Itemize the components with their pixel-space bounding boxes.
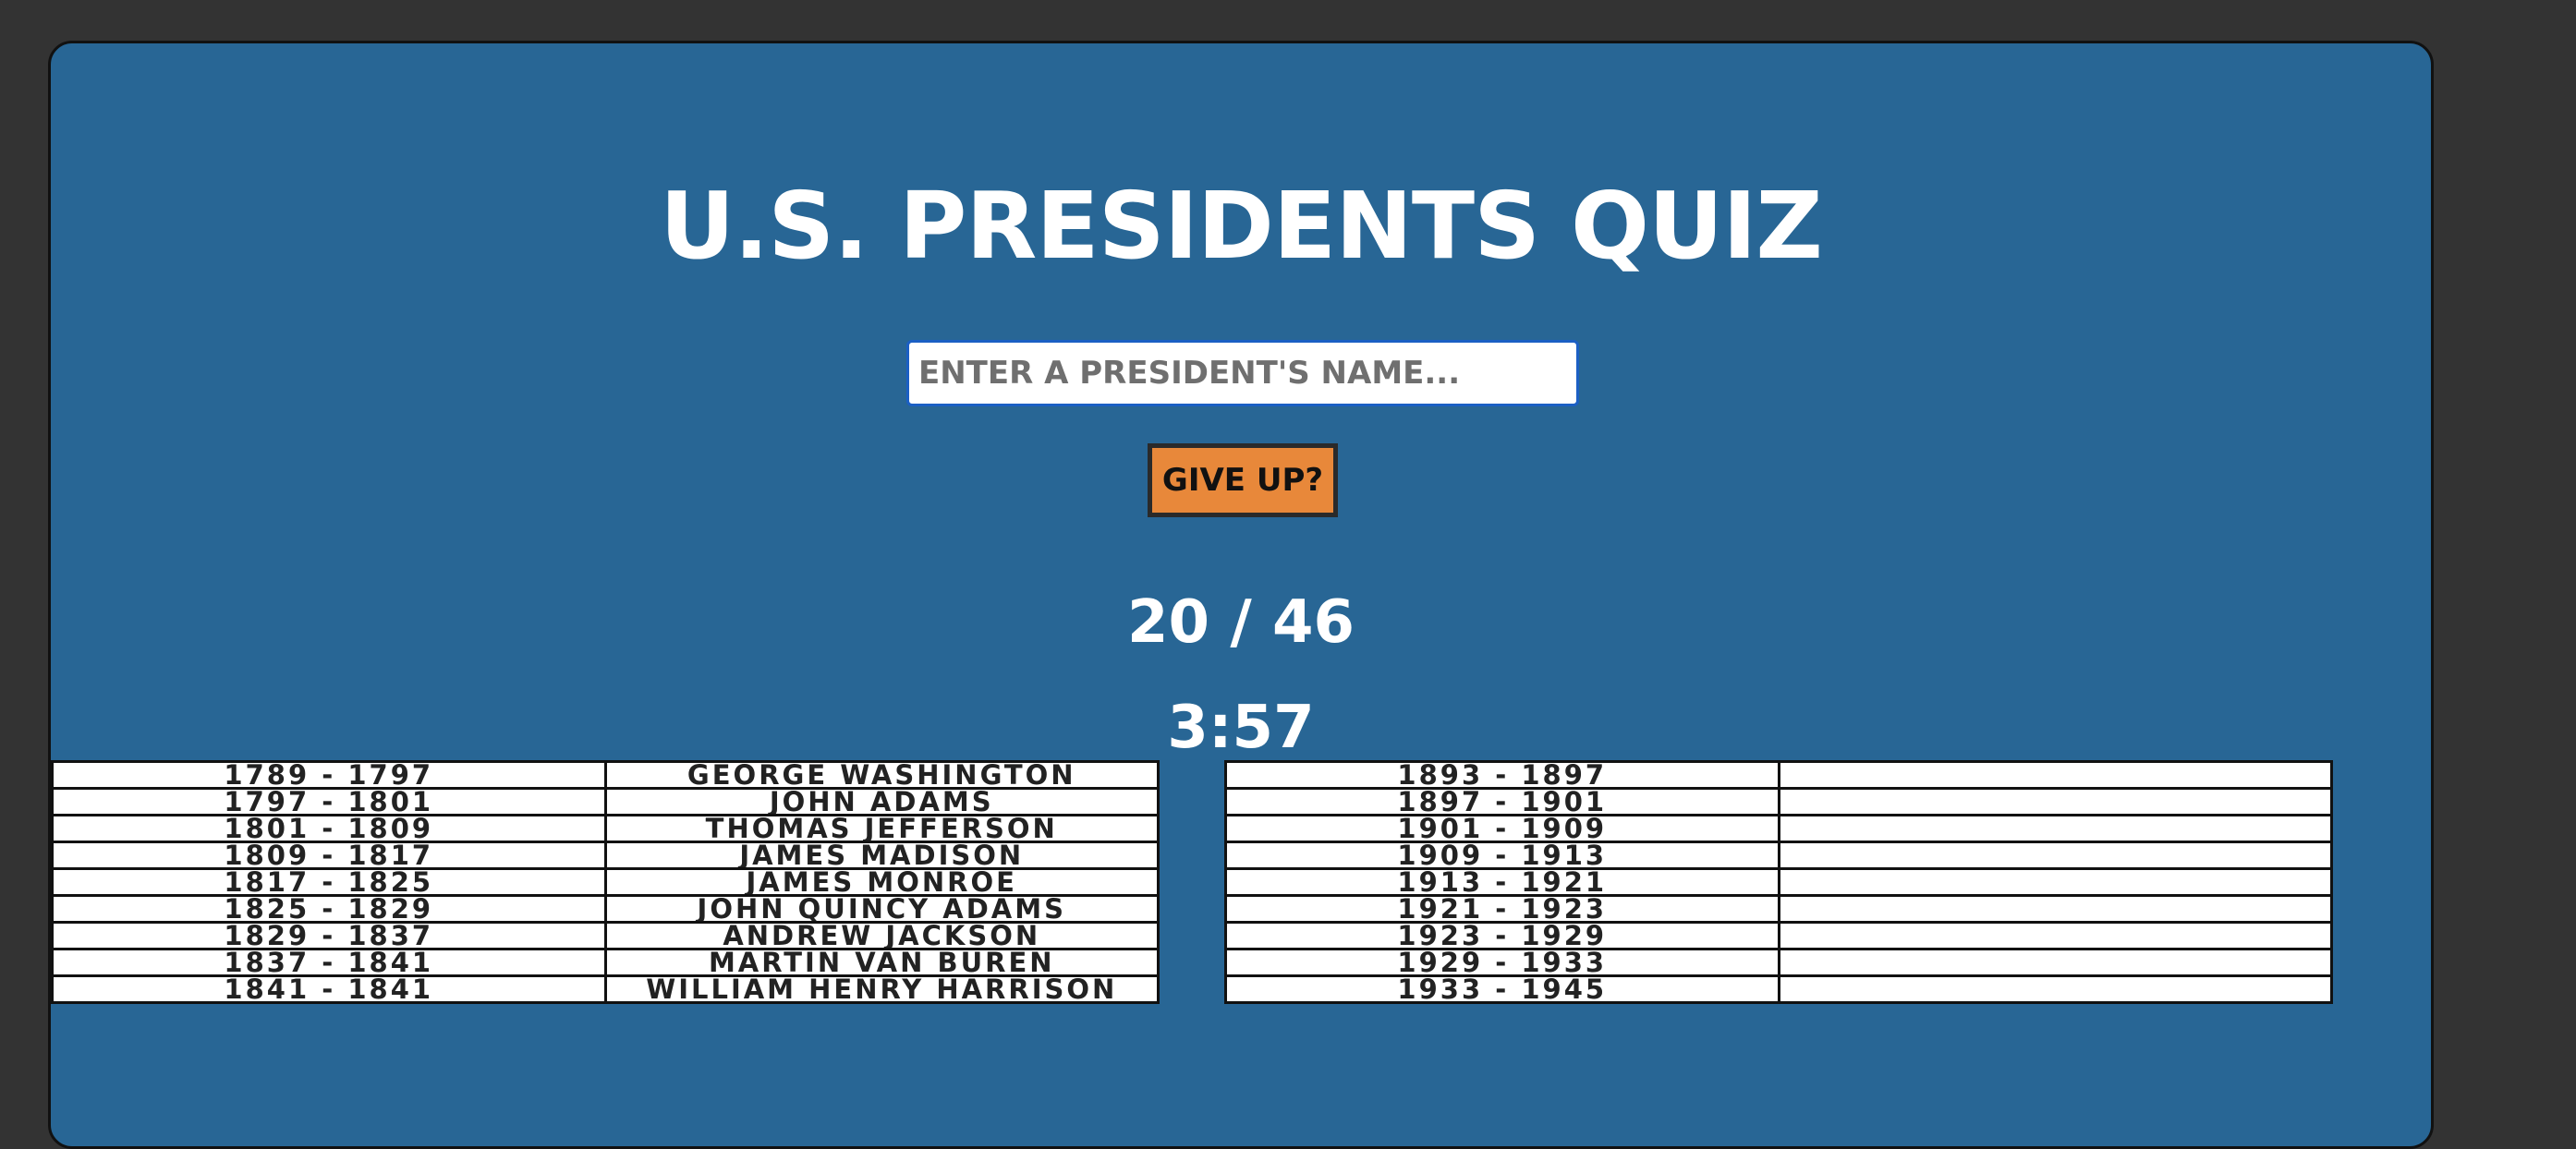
president-name-cell: JAMES MONROE bbox=[603, 867, 1160, 897]
president-name-cell bbox=[1777, 841, 2333, 870]
page-title: U.S. PRESIDENTS QUIZ bbox=[660, 172, 1823, 280]
table-row: 1929 - 1933 bbox=[1224, 948, 2333, 977]
president-name-input[interactable] bbox=[906, 340, 1579, 406]
table-row: 1837 - 1841 MARTIN VAN BUREN bbox=[51, 948, 1160, 977]
table-row: 1809 - 1817 JAMES MADISON bbox=[51, 841, 1160, 870]
president-name-cell: JOHN QUINCY ADAMS bbox=[603, 894, 1160, 924]
president-name-cell: THOMAS JEFFERSON bbox=[603, 814, 1160, 843]
president-name-cell bbox=[1777, 894, 2333, 924]
term-years-cell: 1841 - 1841 bbox=[51, 974, 607, 1004]
term-years-cell: 1809 - 1817 bbox=[51, 841, 607, 870]
term-years-cell: 1921 - 1923 bbox=[1224, 894, 1780, 924]
term-years-cell: 1817 - 1825 bbox=[51, 867, 607, 897]
president-name-cell bbox=[1777, 760, 2333, 790]
president-name-cell bbox=[1777, 867, 2333, 897]
term-years-cell: 1897 - 1901 bbox=[1224, 787, 1780, 816]
table-row: 1933 - 1945 bbox=[1224, 974, 2333, 1004]
term-years-cell: 1933 - 1945 bbox=[1224, 974, 1780, 1004]
term-years-cell: 1909 - 1913 bbox=[1224, 841, 1780, 870]
table-row: 1909 - 1913 bbox=[1224, 841, 2333, 870]
president-name-cell: WILLIAM HENRY HARRISON bbox=[603, 974, 1160, 1004]
presidents-table-left: 1789 - 1797 GEORGE WASHINGTON 1797 - 1801 J… bbox=[51, 760, 1160, 1004]
table-row: 1913 - 1921 bbox=[1224, 867, 2333, 897]
term-years-cell: 1837 - 1841 bbox=[51, 948, 607, 977]
term-years-cell: 1893 - 1897 bbox=[1224, 760, 1780, 790]
table-row: 1901 - 1909 bbox=[1224, 814, 2333, 843]
table-row: 1897 - 1901 bbox=[1224, 787, 2333, 816]
term-years-cell: 1913 - 1921 bbox=[1224, 867, 1780, 897]
president-name-cell: JAMES MADISON bbox=[603, 841, 1160, 870]
term-years-cell: 1825 - 1829 bbox=[51, 894, 607, 924]
table-row: 1797 - 1801 JOHN ADAMS bbox=[51, 787, 1160, 816]
give-up-button[interactable]: GIVE UP? bbox=[1148, 443, 1338, 517]
term-years-cell: 1829 - 1837 bbox=[51, 921, 607, 950]
term-years-cell: 1801 - 1809 bbox=[51, 814, 607, 843]
table-row: 1825 - 1829 JOHN QUINCY ADAMS bbox=[51, 894, 1160, 924]
term-years-cell: 1923 - 1929 bbox=[1224, 921, 1780, 950]
president-name-cell bbox=[1777, 787, 2333, 816]
table-row: 1921 - 1923 bbox=[1224, 894, 2333, 924]
term-years-cell: 1901 - 1909 bbox=[1224, 814, 1780, 843]
table-row: 1801 - 1809 THOMAS JEFFERSON bbox=[51, 814, 1160, 843]
president-name-cell: JOHN ADAMS bbox=[603, 787, 1160, 816]
countdown-timer: 3:57 bbox=[1167, 694, 1315, 762]
term-years-cell: 1789 - 1797 bbox=[51, 760, 607, 790]
president-name-cell: ANDREW JACKSON bbox=[603, 921, 1160, 950]
table-row: 1829 - 1837 ANDREW JACKSON bbox=[51, 921, 1160, 950]
score-counter: 20 / 46 bbox=[1126, 588, 1355, 657]
president-name-cell: GEORGE WASHINGTON bbox=[603, 760, 1160, 790]
table-row: 1789 - 1797 GEORGE WASHINGTON bbox=[51, 760, 1160, 790]
president-name-cell bbox=[1777, 974, 2333, 1004]
table-row: 1923 - 1929 bbox=[1224, 921, 2333, 950]
presidents-table-right: 1893 - 1897 1897 - 1901 1901 - 1909 1909 - … bbox=[1224, 760, 2333, 1004]
president-name-cell: MARTIN VAN BUREN bbox=[603, 948, 1160, 977]
term-years-cell: 1797 - 1801 bbox=[51, 787, 607, 816]
president-name-cell bbox=[1777, 814, 2333, 843]
table-row: 1817 - 1825 JAMES MONROE bbox=[51, 867, 1160, 897]
president-name-cell bbox=[1777, 948, 2333, 977]
term-years-cell: 1929 - 1933 bbox=[1224, 948, 1780, 977]
table-row: 1893 - 1897 bbox=[1224, 760, 2333, 790]
table-row: 1841 - 1841 WILLIAM HENRY HARRISON bbox=[51, 974, 1160, 1004]
president-name-cell bbox=[1777, 921, 2333, 950]
